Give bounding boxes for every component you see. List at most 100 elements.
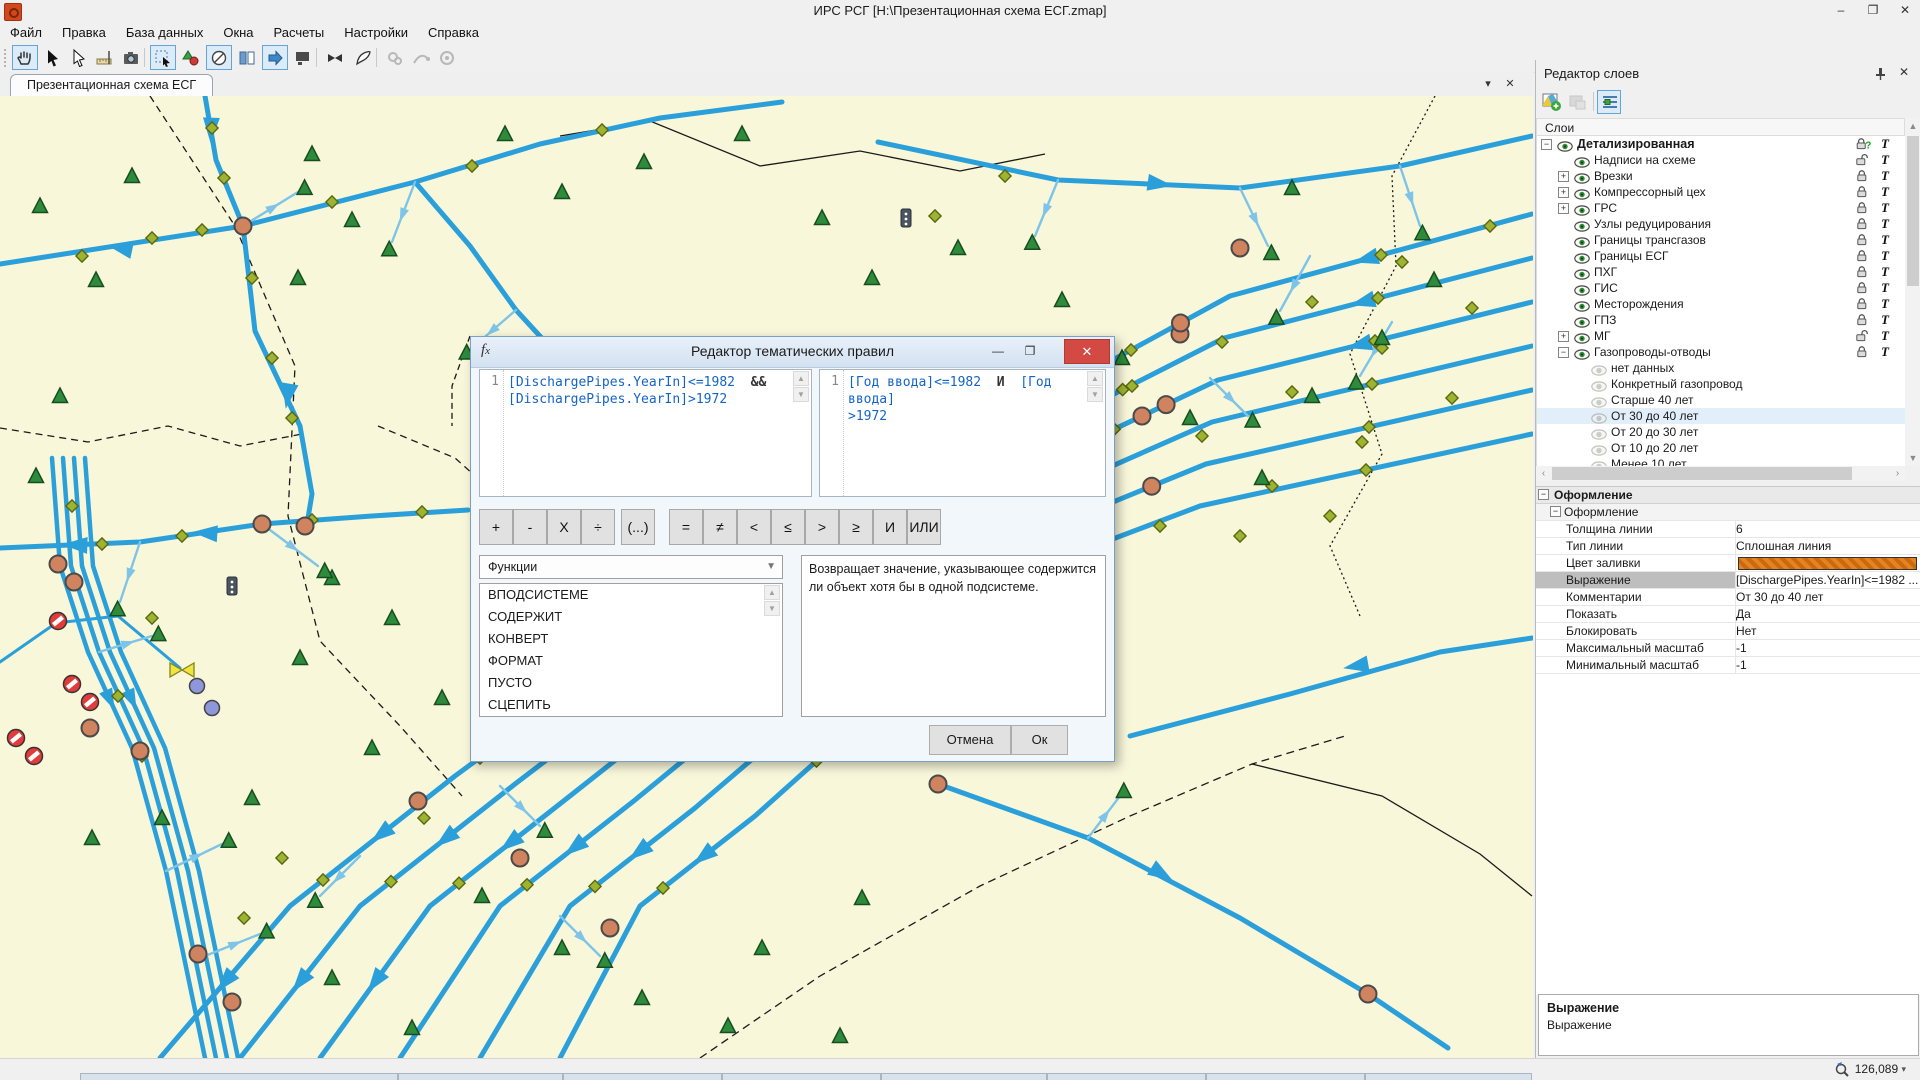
operator-button-≠[interactable]: ≠: [703, 509, 737, 545]
function-item[interactable]: ФОРМАТ: [480, 650, 782, 672]
property-row-8[interactable]: Максимальный масштаб-1: [1536, 640, 1920, 657]
expression-editor-raw[interactable]: 1 [DischargePipes.YearIn]<=1982 && [Disc…: [479, 369, 812, 497]
window-minimize-button[interactable]: –: [1826, 0, 1856, 21]
expand-icon[interactable]: +: [1558, 203, 1569, 214]
operator-button-=[interactable]: =: [669, 509, 703, 545]
scroll-up-icon[interactable]: ▲: [764, 585, 780, 600]
editor-scroll-buttons[interactable]: ▲▼: [793, 371, 810, 403]
valve-icon[interactable]: [322, 45, 348, 70]
tab-dropdown-icon[interactable]: ▾: [1479, 76, 1497, 92]
text-labels-icon[interactable]: T: [1881, 280, 1889, 296]
calc-curve-icon[interactable]: [408, 45, 434, 70]
layer-row-конкретный-газопровод[interactable]: Конкретный газопровод: [1537, 376, 1906, 392]
expand-icon[interactable]: +: [1558, 187, 1569, 198]
rect-select-icon[interactable]: [150, 45, 176, 70]
menu-item-1[interactable]: Файл: [0, 22, 52, 44]
window-maximize-button[interactable]: ❐: [1858, 0, 1888, 21]
layer-row-надписи-на-схеме[interactable]: Надписи на схемеT: [1537, 152, 1906, 168]
layer-row-узлы-редуцирования[interactable]: Узлы редуцированияT: [1537, 216, 1906, 232]
text-labels-icon[interactable]: T: [1881, 152, 1889, 168]
property-value[interactable]: Нет: [1736, 623, 1919, 640]
property-row-4[interactable]: Выражение[DischargePipes.YearIn]<=1982 .…: [1536, 572, 1920, 589]
collapse-icon[interactable]: −: [1558, 347, 1569, 358]
text-labels-icon[interactable]: T: [1881, 200, 1889, 216]
tree-horizontal-scrollbar[interactable]: ‹ ›: [1536, 466, 1905, 481]
dialog-titlebar[interactable]: fx Редактор тематических правил — ❐ ✕: [471, 337, 1114, 368]
scroll-up-icon[interactable]: ▲: [793, 371, 809, 386]
operator-button-И[interactable]: И: [873, 509, 907, 545]
zoom-value[interactable]: 126,089: [1855, 1062, 1898, 1076]
scroll-down-icon[interactable]: ▼: [1905, 450, 1920, 466]
menu-item-6[interactable]: Настройки: [334, 22, 418, 44]
text-labels-icon[interactable]: T: [1881, 232, 1889, 248]
visibility-off-icon[interactable]: [1591, 459, 1607, 466]
operator-button-≤[interactable]: ≤: [771, 509, 805, 545]
layer-properties-icon[interactable]: [1597, 90, 1621, 114]
property-group-header[interactable]: −Оформление: [1536, 487, 1920, 504]
layer-row-гис[interactable]: ГИСT: [1537, 280, 1906, 296]
vertical-scroll-thumb[interactable]: [1907, 136, 1919, 286]
layer-row-врезки[interactable]: +ВрезкиT: [1537, 168, 1906, 184]
scroll-down-icon[interactable]: ▼: [793, 387, 809, 402]
panel-close-icon[interactable]: ✕: [1899, 65, 1909, 79]
flow-arrow-icon[interactable]: [262, 45, 288, 70]
layer-row-границы-трансгазов[interactable]: Границы трансгазовT: [1537, 232, 1906, 248]
operator-button-≥[interactable]: ≥: [839, 509, 873, 545]
scroll-up-icon[interactable]: ▲: [1087, 371, 1103, 386]
layer-row-мг[interactable]: +МГT: [1537, 328, 1906, 344]
text-labels-icon[interactable]: T: [1881, 248, 1889, 264]
scroll-right-icon[interactable]: ›: [1890, 466, 1905, 481]
operator-button-+[interactable]: +: [479, 509, 513, 545]
function-item[interactable]: СЦЕПИТЬ: [480, 694, 782, 716]
tab-presentation-scheme[interactable]: Презентационная схема ЕСГ: [10, 74, 213, 97]
pick-cursor-icon[interactable]: [66, 45, 92, 70]
property-value[interactable]: Сплошная линия: [1736, 538, 1919, 555]
layer-row-гпз[interactable]: ГПЗT: [1537, 312, 1906, 328]
expand-icon[interactable]: +: [1558, 331, 1569, 342]
expression-editor-localized[interactable]: 1 [Год ввода]<=1982 И [Год ввода] >1972 …: [819, 369, 1106, 497]
menu-item-7[interactable]: Справка: [418, 22, 489, 44]
property-row-2[interactable]: Тип линииСплошная линия: [1536, 538, 1920, 555]
edit-circle-icon[interactable]: [206, 45, 232, 70]
list-scroll-buttons[interactable]: ▲▼: [764, 585, 781, 617]
zoom-control[interactable]: 126,089 ▾: [1834, 1060, 1906, 1078]
text-labels-icon[interactable]: T: [1881, 136, 1889, 152]
cancel-button[interactable]: Отмена: [929, 725, 1011, 755]
horizontal-scroll-thumb[interactable]: [1552, 467, 1852, 480]
operator-button-<[interactable]: <: [737, 509, 771, 545]
property-row-9[interactable]: Минимальный масштаб-1: [1536, 657, 1920, 674]
property-row-6[interactable]: ПоказатьДа: [1536, 606, 1920, 623]
expand-icon[interactable]: +: [1558, 171, 1569, 182]
measure-ruler-icon[interactable]: [92, 45, 118, 70]
functions-dropdown[interactable]: Функции ▼: [479, 555, 783, 579]
operator-button-parentheses[interactable]: (...): [621, 509, 655, 545]
layer-row-пхг[interactable]: ПХГT: [1537, 264, 1906, 280]
window-close-button[interactable]: ✕: [1890, 0, 1920, 21]
text-labels-icon[interactable]: T: [1881, 344, 1889, 360]
operator-button-X[interactable]: X: [547, 509, 581, 545]
menu-item-4[interactable]: Окна: [213, 22, 263, 44]
tab-close-icon[interactable]: ✕: [1501, 76, 1519, 92]
select-cursor-icon[interactable]: [40, 45, 66, 70]
property-value[interactable]: 6: [1736, 521, 1919, 538]
scroll-left-icon[interactable]: ‹: [1536, 466, 1551, 481]
layer-row-газопроводы-отводы[interactable]: −Газопроводы-отводыT: [1537, 344, 1906, 360]
property-value[interactable]: Да: [1736, 606, 1919, 623]
symbol-style-icon[interactable]: [178, 45, 204, 70]
property-row-5[interactable]: КомментарииОт 30 до 40 лет: [1536, 589, 1920, 606]
collapse-icon[interactable]: −: [1541, 139, 1552, 150]
function-item[interactable]: ВПОДСИСТЕМЕ: [480, 584, 782, 606]
text-labels-icon[interactable]: T: [1881, 328, 1889, 344]
expression-code-localized[interactable]: [Год ввода]<=1982 И [Год ввода] >1972: [848, 374, 1083, 425]
fill-color-swatch[interactable]: [1738, 557, 1917, 570]
new-map-layer-icon[interactable]: [1540, 90, 1564, 114]
layer-row-от-30-до-40-лет[interactable]: От 30 до 40 лет: [1537, 408, 1906, 424]
scroll-down-icon[interactable]: ▼: [1087, 387, 1103, 402]
layer-row-менее-10-лет[interactable]: Менее 10 лет: [1537, 456, 1906, 466]
layer-row-старше-40-лет[interactable]: Старше 40 лет: [1537, 392, 1906, 408]
text-labels-icon[interactable]: T: [1881, 168, 1889, 184]
calc-gears-icon[interactable]: [382, 45, 408, 70]
function-item[interactable]: СОДЕРЖИТ: [480, 606, 782, 628]
pin-icon[interactable]: [1873, 66, 1887, 80]
split-columns-icon[interactable]: [234, 45, 260, 70]
